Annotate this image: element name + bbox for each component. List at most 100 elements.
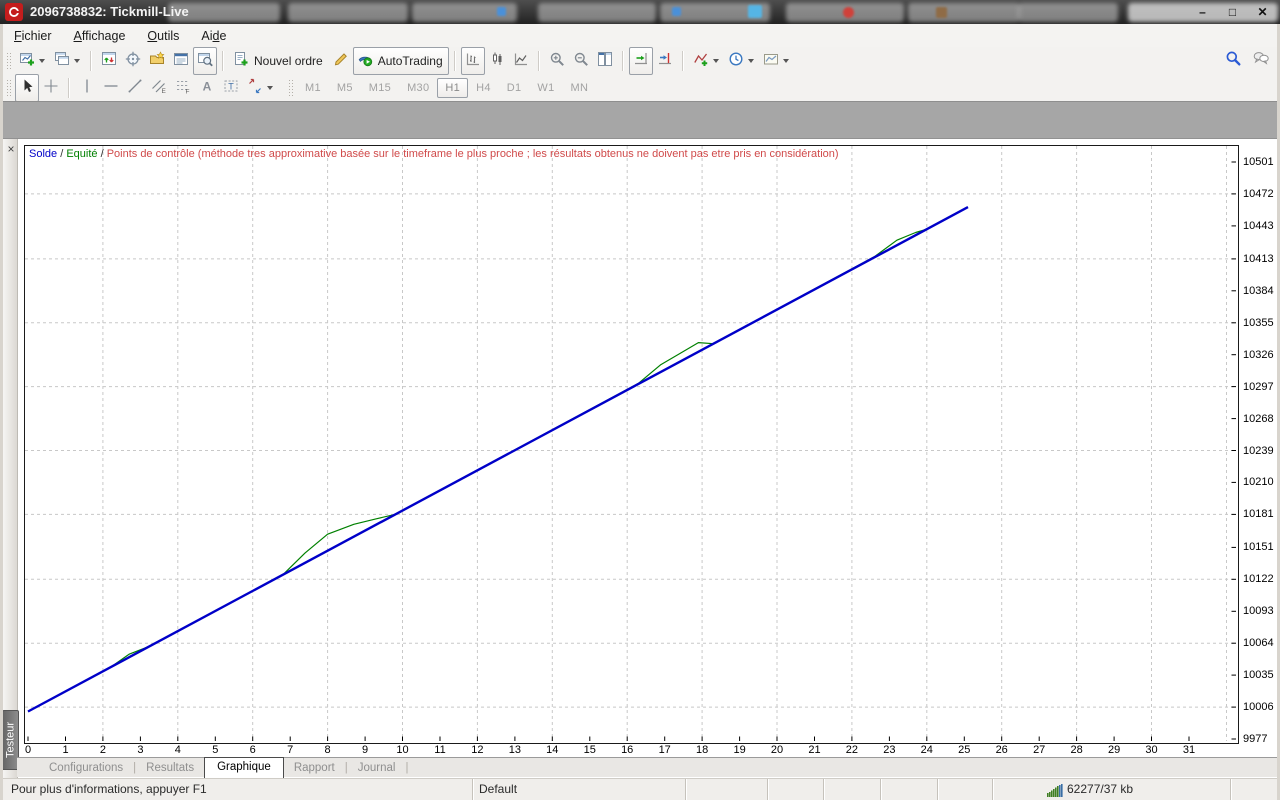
toolbar-grip[interactable] [288, 79, 293, 97]
status-cell [767, 779, 823, 800]
indicators-button[interactable] [689, 47, 724, 75]
y-tick-label: 10326 [1243, 349, 1274, 361]
menu-fichier[interactable]: Fichier [3, 25, 63, 47]
timeframe-m15[interactable]: M15 [361, 78, 399, 98]
timeframe-m1[interactable]: M1 [297, 78, 329, 98]
fibonacci-icon: F [175, 78, 191, 99]
chart-shift-button[interactable] [653, 47, 677, 75]
x-tick-label: 30 [1145, 744, 1157, 756]
status-bar: Pour plus d'informations, appuyer F1 Def… [3, 778, 1277, 800]
tab-resultats[interactable]: Resultats [136, 762, 204, 774]
new-chart-button[interactable] [15, 47, 50, 75]
close-button[interactable]: ✕ [1249, 3, 1276, 21]
bar-chart-button[interactable] [461, 47, 485, 75]
fibonacci-button[interactable]: F [171, 74, 195, 102]
tab-graphique[interactable]: Graphique [204, 757, 284, 778]
templates-button[interactable] [759, 47, 794, 75]
chevron-down-icon[interactable] [74, 59, 80, 63]
toolbar-separator [454, 51, 456, 71]
x-tick-label: 27 [1033, 744, 1045, 756]
menu-aide[interactable]: Aide [190, 25, 237, 47]
periods-button[interactable] [724, 47, 759, 75]
horizontal-line-icon [103, 78, 119, 99]
timeframe-h1[interactable]: H1 [437, 78, 468, 98]
terminal-icon [173, 51, 189, 72]
timeframe-w1[interactable]: W1 [529, 78, 562, 98]
chart-shift-icon [657, 51, 673, 72]
x-tick-label: 24 [921, 744, 933, 756]
status-help-text: Pour plus d'informations, appuyer F1 [3, 779, 472, 800]
x-tick-label: 10 [396, 744, 408, 756]
zoom-out-button[interactable] [569, 47, 593, 75]
cursor-button[interactable] [15, 74, 39, 102]
x-tick-label: 3 [137, 744, 143, 756]
profiles-button[interactable] [50, 47, 85, 75]
new-order-button[interactable]: Nouvel ordre [229, 47, 329, 75]
tab-journal[interactable]: Journal [348, 762, 406, 774]
menu-outils[interactable]: Outils [136, 25, 190, 47]
text-button[interactable]: A [195, 74, 219, 102]
tile-windows-button[interactable] [593, 47, 617, 75]
ghost-favicon [748, 5, 762, 18]
timeframe-d1[interactable]: D1 [499, 78, 530, 98]
maximize-button[interactable]: □ [1219, 3, 1246, 21]
line-chart-button[interactable] [509, 47, 533, 75]
timeframe-h4[interactable]: H4 [468, 78, 499, 98]
timeframe-m30[interactable]: M30 [399, 78, 437, 98]
background-window-ghost [1018, 3, 1118, 22]
candlestick-chart-button[interactable] [485, 47, 509, 75]
tester-graph: Solde / Equité / Points de contrôle (mét… [24, 145, 1239, 744]
status-cell [685, 779, 767, 800]
x-tick-label: 16 [621, 744, 633, 756]
chevron-down-icon[interactable] [39, 59, 45, 63]
chevron-down-icon[interactable] [748, 59, 754, 63]
vertical-line-button[interactable] [75, 74, 99, 102]
menu-bar: FichierAffichageOutilsAide [3, 24, 1277, 48]
market-watch-button[interactable] [97, 47, 121, 75]
crosshair-button[interactable] [39, 74, 63, 102]
navigator-button[interactable] [121, 47, 145, 75]
autotrading-button[interactable]: AutoTrading [353, 47, 449, 75]
tab-rapport[interactable]: Rapport [284, 762, 345, 774]
text-label-button[interactable]: T [219, 74, 243, 102]
y-tick-label: 10297 [1243, 381, 1274, 393]
y-tick-label: 10181 [1243, 508, 1274, 520]
ghost-favicon [936, 7, 947, 18]
terminal-button[interactable] [169, 47, 193, 75]
metaeditor-button[interactable] [329, 47, 353, 75]
auto-scroll-button[interactable] [629, 47, 653, 75]
timeframe-m5[interactable]: M5 [329, 78, 361, 98]
arrows-button[interactable] [243, 74, 278, 102]
periods-icon [728, 51, 744, 72]
legend-series: Equité [66, 148, 97, 160]
favorites-button[interactable] [145, 47, 169, 75]
chat-icon[interactable] [1253, 50, 1269, 71]
horizontal-line-button[interactable] [99, 74, 123, 102]
y-tick-label: 10210 [1243, 476, 1274, 488]
status-profile[interactable]: Default [472, 779, 685, 800]
x-tick-label: 11 [434, 744, 445, 756]
ghost-favicon [497, 7, 506, 16]
timeframe-mn[interactable]: MN [563, 78, 597, 98]
minimize-button[interactable]: – [1189, 3, 1216, 21]
toolbar-grip[interactable] [6, 52, 11, 70]
chevron-down-icon[interactable] [783, 59, 789, 63]
search-icon[interactable] [1225, 50, 1241, 71]
svg-text:A: A [203, 79, 212, 93]
toolbar-separator [222, 51, 224, 71]
strategy-tester-button[interactable] [193, 47, 217, 75]
tester-close-icon[interactable]: × [5, 143, 17, 155]
y-tick-label: 9977 [1243, 733, 1267, 745]
x-tick-label: 12 [471, 744, 483, 756]
toolbar-line-studies: EFAT M1M5M15M30H1H4D1W1MN [3, 75, 1277, 102]
tab-configurations[interactable]: Configurations [39, 762, 133, 774]
zoom-in-button[interactable] [545, 47, 569, 75]
toolbar-grip[interactable] [6, 79, 11, 97]
chevron-down-icon[interactable] [267, 86, 273, 90]
chevron-down-icon[interactable] [713, 59, 719, 63]
menu-affichage[interactable]: Affichage [63, 25, 137, 47]
equidistant-channel-button[interactable]: E [147, 74, 171, 102]
tile-windows-icon [597, 51, 613, 72]
trend-line-button[interactable] [123, 74, 147, 102]
x-tick-label: 31 [1183, 744, 1195, 756]
